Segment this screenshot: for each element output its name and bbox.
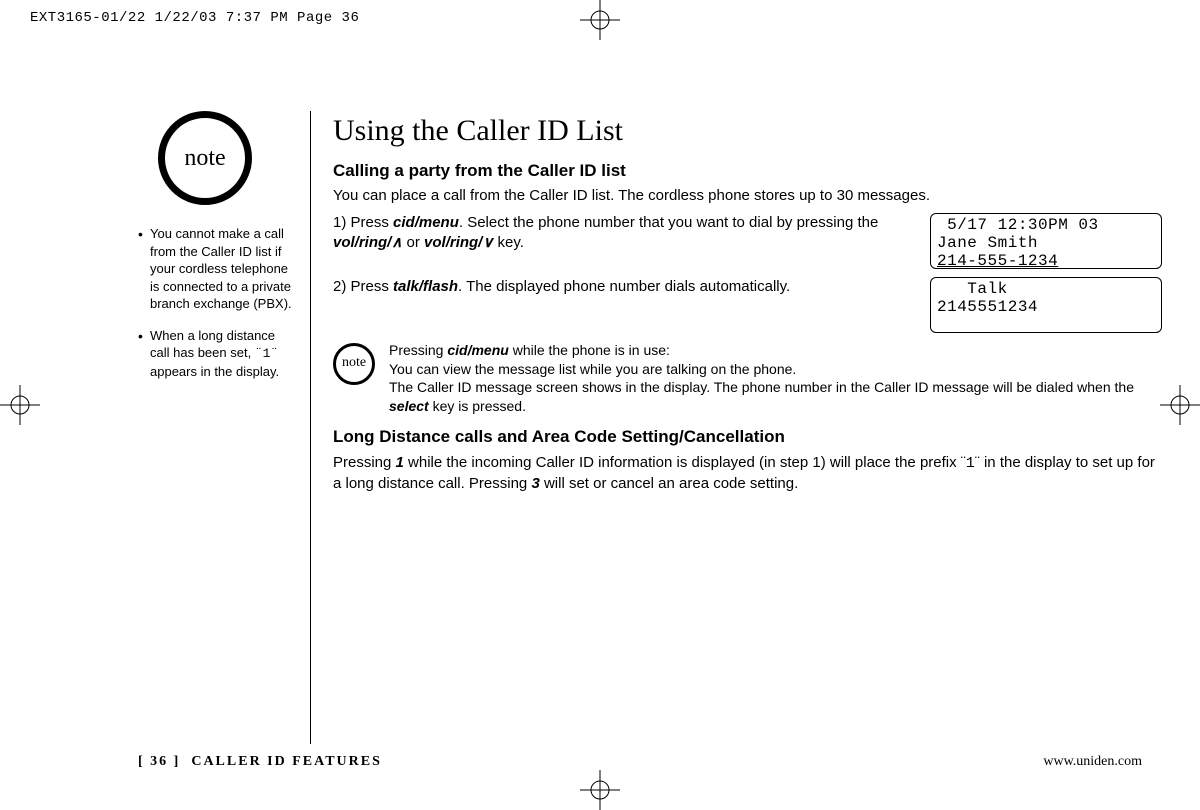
sidebar-note-1: You cannot make a call from the Caller I… bbox=[138, 225, 298, 313]
lcd-display-1: 5/17 12:30PM 03 Jane Smith 214-555-1234 bbox=[930, 213, 1162, 269]
job-line: EXT3165-01/22 1/22/03 7:37 PM Page 36 bbox=[30, 10, 359, 26]
footer-section: CALLER ID FEATURES bbox=[191, 754, 382, 769]
page-footer: [ 36 ] CALLER ID FEATURES www.uniden.com bbox=[138, 754, 1142, 770]
section1-intro: You can place a call from the Caller ID … bbox=[333, 186, 1162, 206]
main-content: Using the Caller ID List Calling a party… bbox=[333, 111, 1162, 744]
page-number: [ 36 ] bbox=[138, 754, 180, 769]
note-badge-small-icon: note bbox=[333, 343, 375, 385]
section-heading-1: Calling a party from the Caller ID list bbox=[333, 160, 1162, 183]
page-frame: note You cannot make a call from the Cal… bbox=[28, 26, 1172, 784]
page-title: Using the Caller ID List bbox=[333, 111, 1162, 152]
sidebar: note You cannot make a call from the Cal… bbox=[138, 111, 298, 744]
section2-body: Pressing 1 while the incoming Caller ID … bbox=[333, 453, 1162, 495]
note-badge-icon: note bbox=[158, 111, 252, 205]
footer-url: www.uniden.com bbox=[1043, 754, 1142, 770]
sidebar-note-2: When a long distance call has been set, … bbox=[138, 327, 298, 381]
inline-note: note Pressing cid/menu while the phone i… bbox=[333, 341, 1162, 417]
step-1: 1) Press cid/menu. Select the phone numb… bbox=[333, 213, 1162, 269]
section-heading-2: Long Distance calls and Area Code Settin… bbox=[333, 426, 1162, 449]
vertical-divider bbox=[310, 111, 311, 744]
step-2: 2) Press talk/flash. The displayed phone… bbox=[333, 277, 1162, 333]
lcd-display-2: Talk 2145551234 bbox=[930, 277, 1162, 333]
